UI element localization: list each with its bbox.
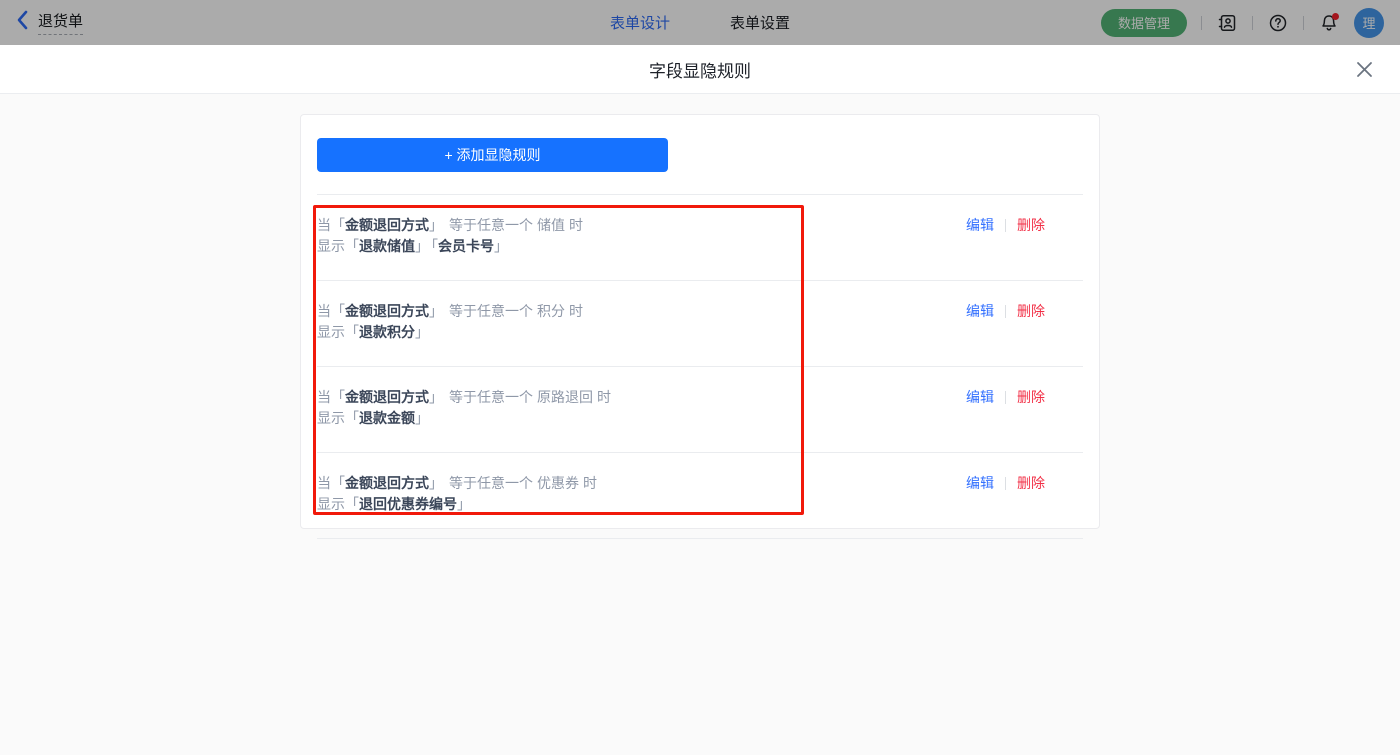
rule-row-3: 当「金额退回方式」 等于任意一个 原路退回时 显示「退款金额」 编辑 删除: [317, 367, 1083, 453]
edit-link[interactable]: 编辑: [966, 215, 994, 236]
edit-link[interactable]: 编辑: [966, 387, 994, 408]
delete-link[interactable]: 删除: [1017, 301, 1045, 322]
rule-actions: 编辑 删除: [966, 473, 1045, 494]
delete-link[interactable]: 删除: [1017, 473, 1045, 494]
divider: [1005, 219, 1006, 232]
operator: 等于任意一个: [449, 389, 533, 405]
rule-row-1: 当「金额退回方式」 等于任意一个 储值时 显示「退款储值」 「会员卡号」 编辑 删除: [317, 195, 1083, 281]
divider: [1005, 305, 1006, 318]
modal-title: 字段显隐规则: [649, 61, 751, 81]
rule-result: 显示「退回优惠券编号」: [317, 496, 471, 512]
target-field: 退款金额: [359, 410, 415, 426]
condition-value: 积分: [537, 303, 565, 319]
delete-link[interactable]: 删除: [1017, 215, 1045, 236]
target-field: 退款储值: [359, 238, 415, 254]
modal-mask: [0, 0, 1400, 45]
condition-field: 金额退回方式: [345, 303, 429, 319]
operator: 等于任意一个: [449, 217, 533, 233]
edit-link[interactable]: 编辑: [966, 473, 994, 494]
rule-row-4: 当「金额退回方式」 等于任意一个 优惠券时 显示「退回优惠券编号」 编辑 删除: [317, 453, 1083, 539]
divider: [1005, 477, 1006, 490]
edit-link[interactable]: 编辑: [966, 301, 994, 322]
rule-result: 显示「退款储值」 「会员卡号」: [317, 238, 508, 254]
target-field: 退款积分: [359, 324, 415, 340]
operator: 等于任意一个: [449, 303, 533, 319]
condition-value: 储值: [537, 217, 565, 233]
condition-field: 金额退回方式: [345, 389, 429, 405]
rule-actions: 编辑 删除: [966, 301, 1045, 322]
close-icon[interactable]: [1353, 58, 1375, 80]
rule-actions: 编辑 删除: [966, 387, 1045, 408]
condition-value: 优惠券: [537, 475, 579, 491]
delete-link[interactable]: 删除: [1017, 387, 1045, 408]
divider: [1005, 391, 1006, 404]
field-visibility-rules-modal: 字段显隐规则 + 添加显隐规则 当「金额退回方式」 等于任意一个 储值时 显示「退款…: [0, 45, 1400, 755]
rules-card: + 添加显隐规则 当「金额退回方式」 等于任意一个 储值时 显示「退款储值」 「会员卡…: [300, 114, 1100, 539]
rule-actions: 编辑 删除: [966, 215, 1045, 236]
modal-header: 字段显隐规则: [0, 45, 1400, 94]
condition-value: 原路退回: [537, 389, 593, 405]
add-rule-button[interactable]: + 添加显隐规则: [317, 138, 668, 172]
operator: 等于任意一个: [449, 475, 533, 491]
modal-body: + 添加显隐规则 当「金额退回方式」 等于任意一个 储值时 显示「退款储值」 「会员卡…: [0, 94, 1400, 539]
condition-field: 金额退回方式: [345, 475, 429, 491]
rule-result: 显示「退款金额」: [317, 410, 429, 426]
rule-result: 显示「退款积分」: [317, 324, 429, 340]
rule-row-2: 当「金额退回方式」 等于任意一个 积分时 显示「退款积分」 编辑 删除: [317, 281, 1083, 367]
target-field: 会员卡号: [438, 238, 494, 254]
condition-field: 金额退回方式: [345, 217, 429, 233]
target-field: 退回优惠券编号: [359, 496, 457, 512]
